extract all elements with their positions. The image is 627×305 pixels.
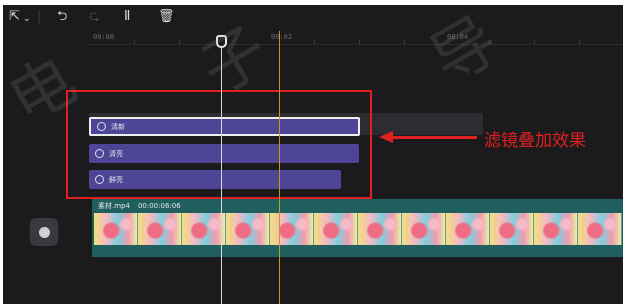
timeline-toolbar: ⇱ ⌄ | ⮌ ⮎ Ⅱ 🗑 <box>3 5 623 31</box>
ruler-tick <box>134 40 135 44</box>
thumbnail-frame <box>94 213 138 245</box>
ruler-label-2: 00:02 <box>271 33 293 41</box>
ruler-tick <box>404 40 405 44</box>
video-editor-timeline: ⇱ ⌄ | ⮌ ⮎ Ⅱ 🗑 00:00 00:02 00:04 清新 清亮 鲜亮… <box>3 5 623 304</box>
pointer-icon[interactable]: ⇱ <box>9 9 20 25</box>
speaker-icon <box>38 226 50 238</box>
annotation-arrow <box>391 136 477 139</box>
thumbnail-frame <box>578 213 622 245</box>
ruler-label-0: 00:00 <box>93 33 115 41</box>
thumbnail-frame <box>314 213 358 245</box>
thumbnail-frame <box>534 213 578 245</box>
thumbnail-frame <box>402 213 446 245</box>
thumbnail-frame <box>138 213 182 245</box>
video-clip[interactable]: 素材.mp4 00:00:06:06 <box>92 199 623 257</box>
thumbnail-frame <box>446 213 490 245</box>
chevron-down-icon[interactable]: ⌄ <box>23 11 31 27</box>
ruler-tick <box>179 40 180 44</box>
ruler-tick <box>314 40 315 44</box>
annotation-label: 滤镜叠加效果 <box>484 131 586 151</box>
thumbnail-frame <box>226 213 270 245</box>
thumbnail-frame <box>270 213 314 245</box>
clip-thumbnails <box>94 213 623 245</box>
clip-info: 素材.mp4 00:00:06:06 <box>98 201 181 211</box>
clip-filename: 素材.mp4 <box>98 202 130 210</box>
hover-cursor-line <box>279 31 280 304</box>
ruler-tick <box>579 40 580 44</box>
clip-duration: 00:00:06:06 <box>137 202 181 210</box>
split-icon[interactable]: Ⅱ <box>124 9 130 25</box>
trash-icon[interactable]: 🗑 <box>158 9 175 25</box>
ruler-tick <box>359 40 360 44</box>
thumbnail-frame <box>490 213 534 245</box>
timeline-ruler[interactable]: 00:00 00:02 00:04 <box>89 31 623 45</box>
thumbnail-frame <box>358 213 402 245</box>
arrow-left-icon <box>379 131 393 143</box>
toolbar-divider: | <box>37 9 42 24</box>
thumbnail-frame <box>182 213 226 245</box>
redo-icon: ⮎ <box>89 9 100 24</box>
annotation-highlight-box <box>66 90 372 199</box>
undo-icon[interactable]: ⮌ <box>57 9 67 25</box>
audio-toggle-button[interactable] <box>30 218 58 246</box>
ruler-tick <box>534 40 535 44</box>
